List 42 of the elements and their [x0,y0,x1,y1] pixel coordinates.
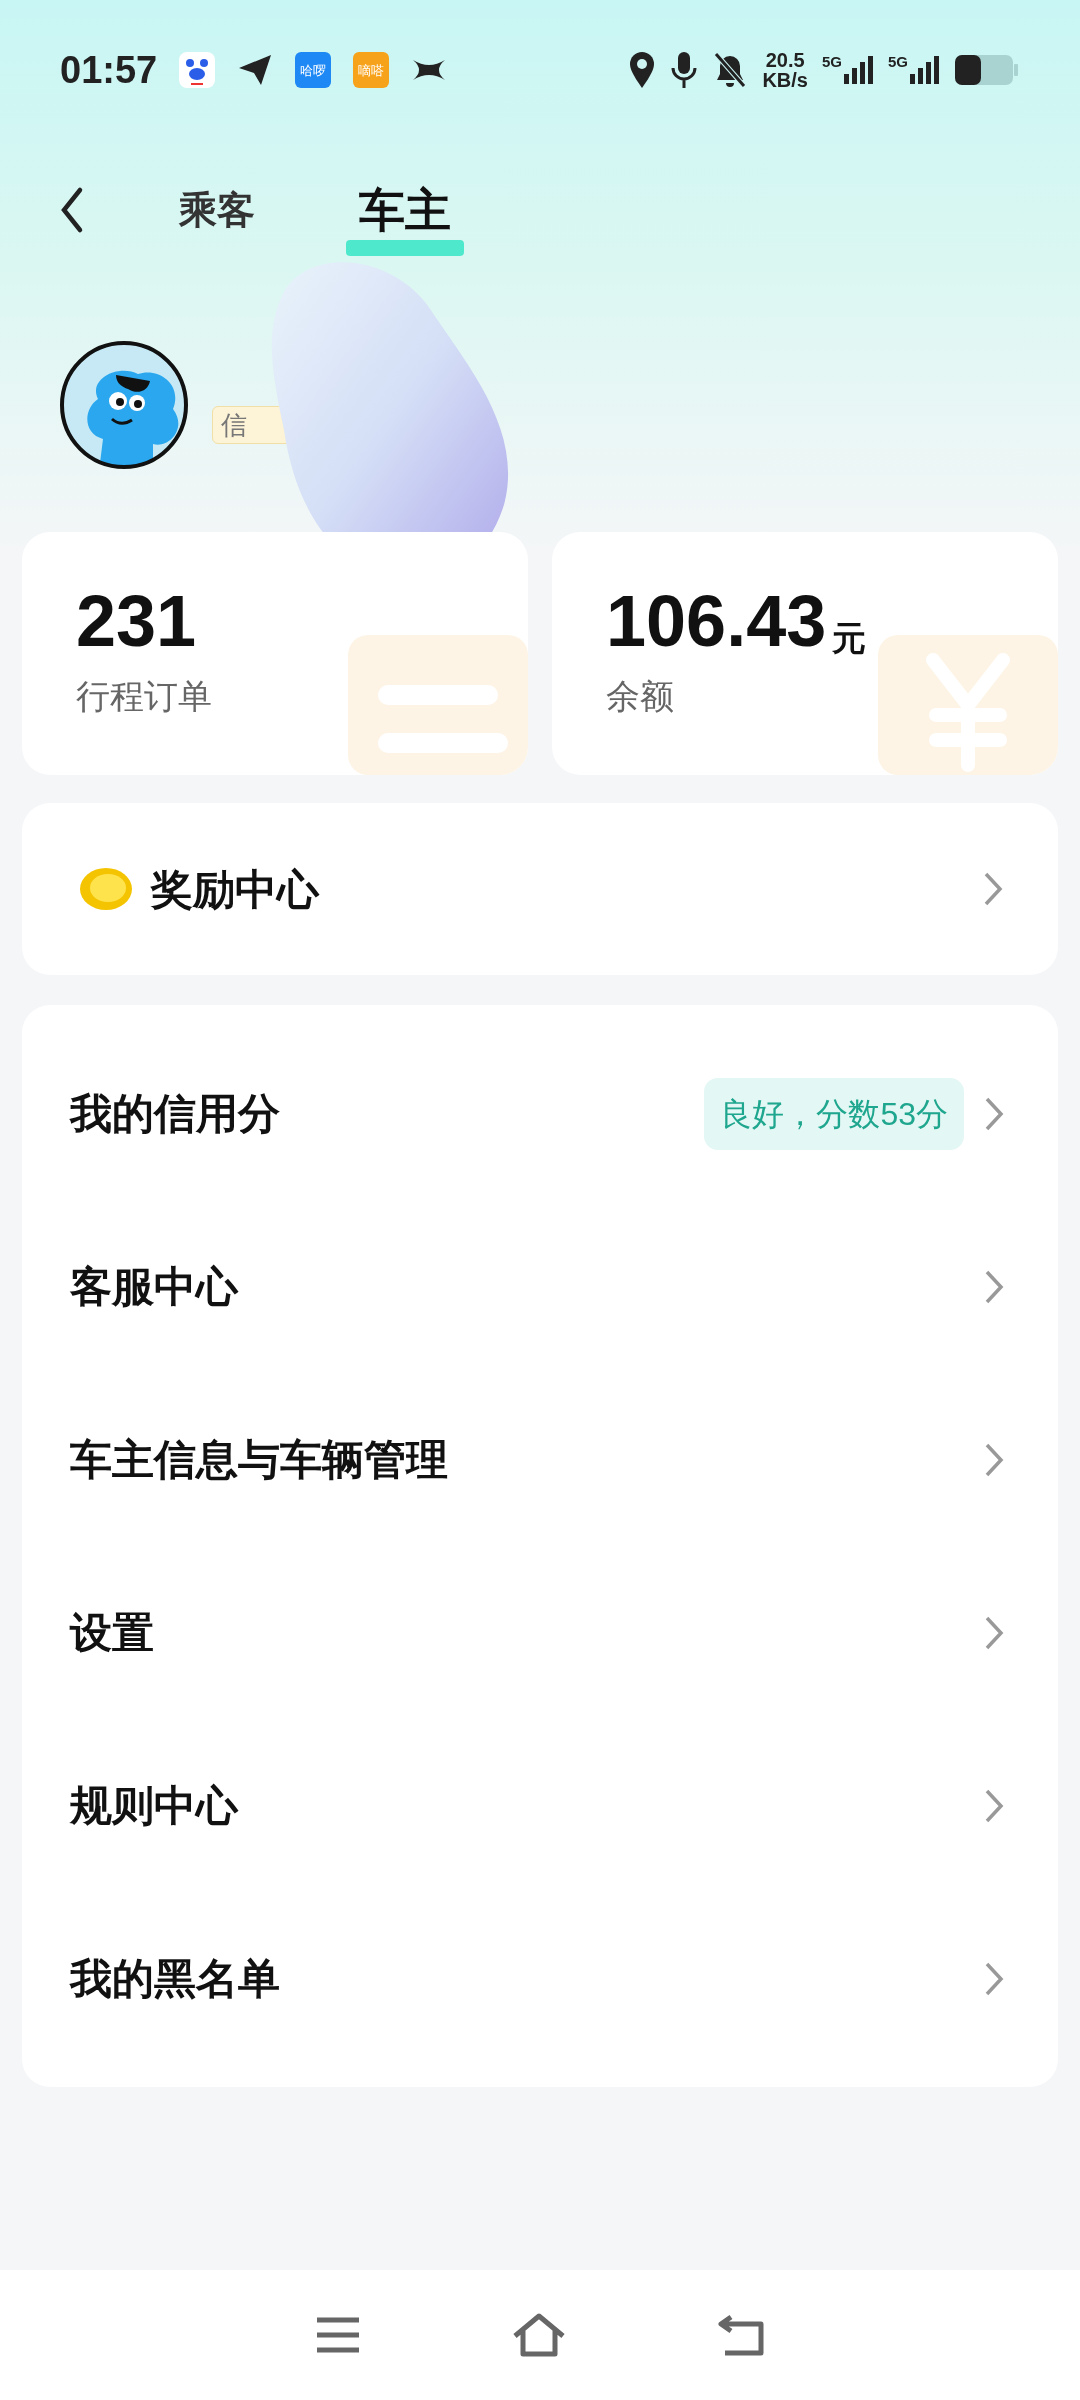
home-icon[interactable] [511,2312,567,2358]
location-icon [628,50,657,90]
yen-icon [878,635,1058,775]
menu-item[interactable]: 车主信息与车辆管理 [22,1373,1058,1546]
network-type: 5G [888,54,908,69]
battery-icon [954,54,1020,86]
menu-item[interactable]: 我的信用分 良好，分数53分 [22,1027,1058,1200]
chevron-icon [984,1960,1004,1997]
clock: 01:57 [60,47,158,93]
stat-label: 行程订单 [76,676,213,717]
menu-icon[interactable] [315,2316,361,2354]
stat-card[interactable]: 231 行程订单 [22,532,528,775]
menu-item[interactable]: 我的黑名单 [22,1892,1058,2065]
app-icon: 嘀嗒 [353,52,390,88]
stat-label: 余额 [606,676,675,717]
signal-icon [910,54,940,86]
menu-item[interactable]: 设置 [22,1546,1058,1719]
rewards-label: 奖励中心 [151,864,319,915]
chevron-icon [983,871,1003,907]
paw-app-icon [179,52,216,88]
chevron-icon [984,1614,1004,1651]
network-type: 5G [821,54,842,69]
chevron-icon [984,1787,1004,1824]
stat-value: 231 [76,585,197,657]
credit-tag: 良好，分数53分 [704,1077,964,1150]
chevron-icon [984,1441,1004,1478]
list-icon [348,635,528,775]
stat-card[interactable]: 106.43 元 余额 [552,532,1058,775]
rewards-row[interactable]: 奖励中心 [22,803,1058,975]
tab[interactable]: 车主 [359,180,451,240]
chevron-icon [984,1095,1004,1132]
stat-value: 106.43 [606,585,827,657]
speed-unit: KB/s [762,70,808,90]
menu-item[interactable]: 客服中心 [22,1200,1058,1373]
microphone-icon [670,50,699,90]
app-icon: 哈啰 [295,52,332,88]
signal-icon [844,54,874,86]
network-speed: 20.5 [765,50,805,70]
tab[interactable]: 乘客 [179,180,255,240]
stat-unit: 元 [832,621,867,655]
chevron-icon [984,1268,1004,1305]
menu-item[interactable]: 规则中心 [22,1719,1058,1892]
